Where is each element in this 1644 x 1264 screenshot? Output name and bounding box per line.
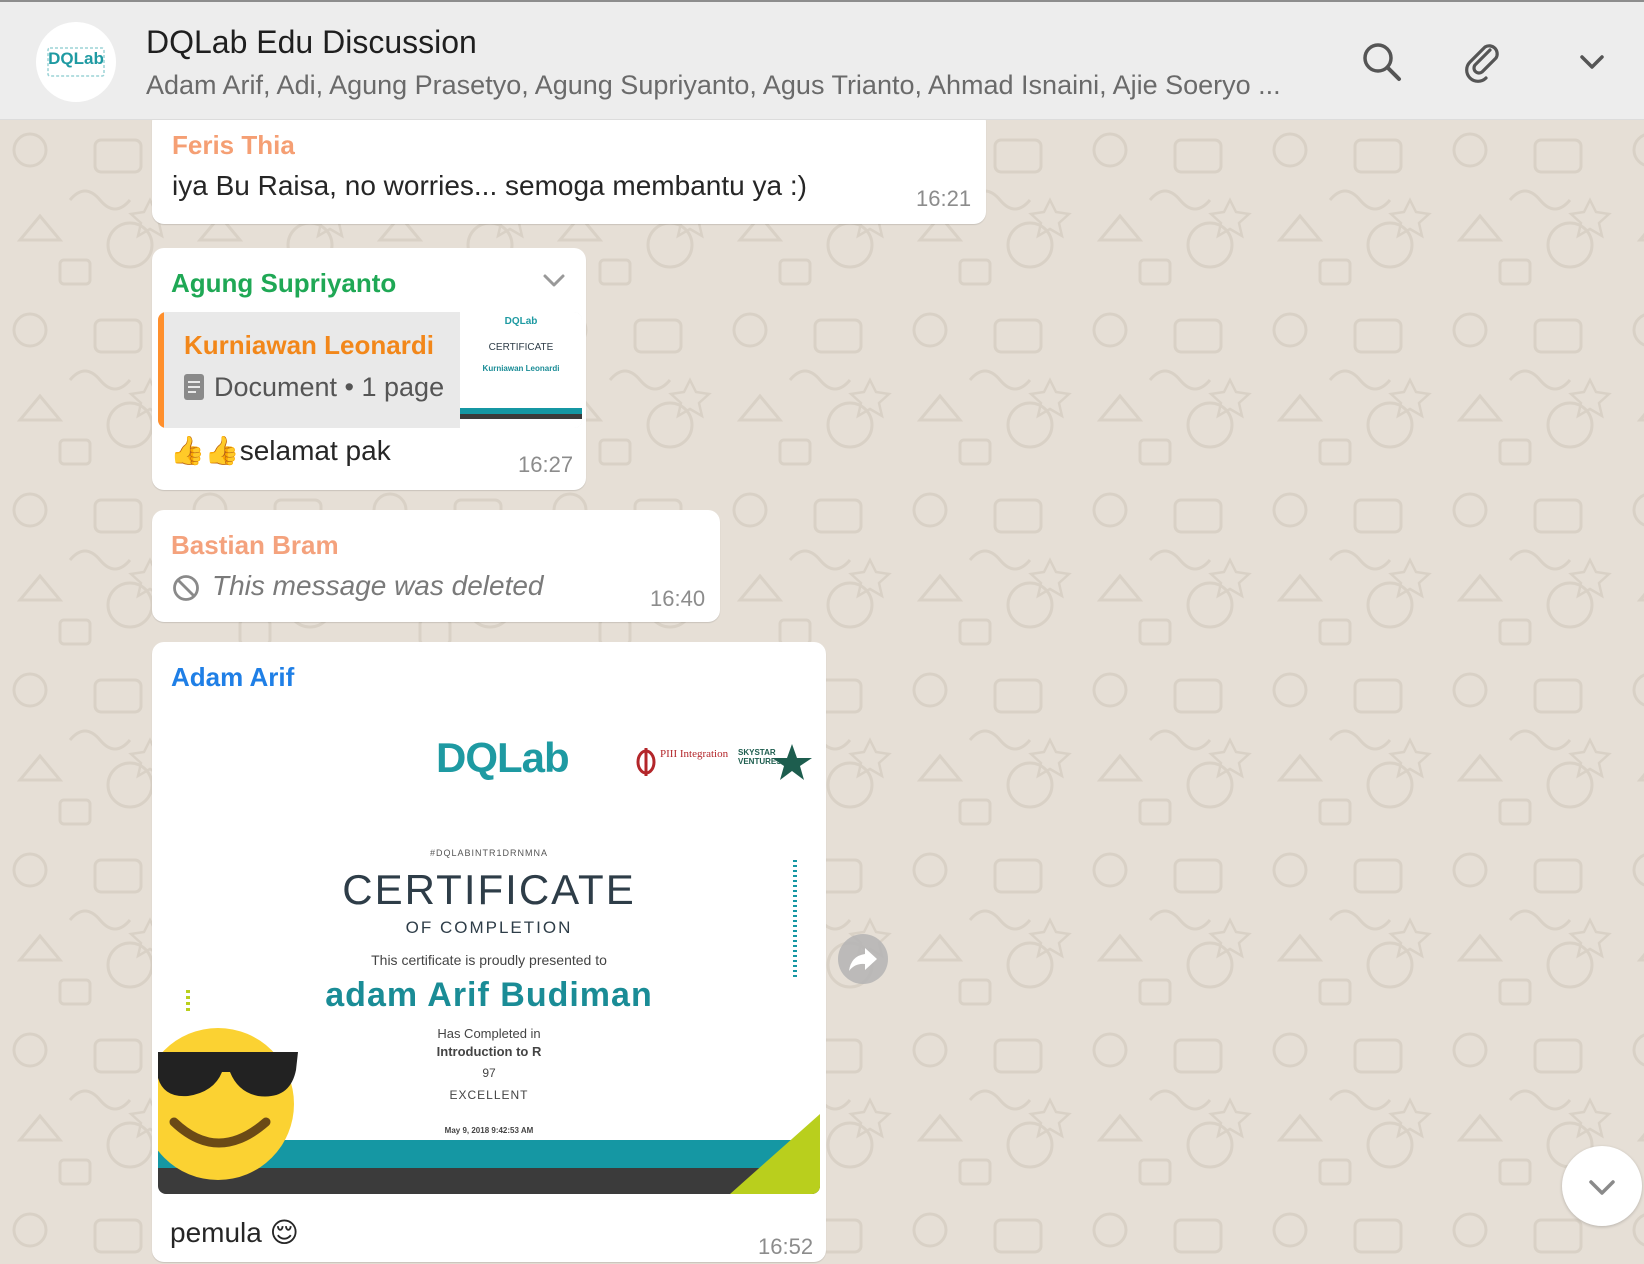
thumbnail-footer-dark [460, 414, 582, 419]
prohibited-icon [173, 575, 199, 601]
chat-header: DQLab DQLab Edu Discussion Adam Arif, Ad… [0, 0, 1644, 120]
thumbnail-logo: DQLab [504, 316, 538, 327]
sunglasses-emoji-sticker [158, 990, 298, 1180]
menu-button[interactable] [1570, 40, 1614, 84]
document-icon [184, 374, 204, 400]
message-time: 16:21 [916, 186, 972, 211]
partner-name: PIII Integration [660, 748, 729, 760]
search-icon [1363, 43, 1401, 81]
certificate-image[interactable]: DQLab PIII Integration SKYSTAR VENTURES … [158, 720, 820, 1194]
certificate-logo: DQLab [436, 734, 570, 781]
partner-name: SKYSTAR VENTURES [738, 748, 782, 766]
message-bubble[interactable]: Adam Arif DQLab PIII Integration SKYSTAR… [152, 642, 826, 1262]
certificate-title: CERTIFICATE [342, 866, 636, 913]
chevron-down-icon [1589, 1180, 1615, 1195]
group-members[interactable]: Adam Arif, Adi, Agung Prasetyo, Agung Su… [146, 70, 1306, 101]
chevron-down-icon[interactable] [540, 266, 568, 294]
message-bubble[interactable]: Feris Thia iya Bu Raisa, no worries... s… [152, 120, 986, 224]
document-thumbnail: DQLab CERTIFICATE Kurniawan Leonardi [460, 312, 582, 428]
message-text: iya Bu Raisa, no worries... semoga memba… [172, 170, 807, 201]
message-bubble[interactable]: Agung Supriyanto Kurniawan Leonardi Docu… [152, 248, 586, 490]
message-time: 16:52 [758, 1234, 814, 1259]
message-text: pemula 😌 [170, 1217, 299, 1248]
certificate-subtitle: OF COMPLETION [405, 918, 573, 937]
certificate-code: #DQLABINTR1DRNMNA [429, 848, 549, 858]
message-sender[interactable]: Agung Supriyanto [171, 268, 396, 299]
forward-icon [849, 948, 877, 971]
group-avatar[interactable]: DQLab [36, 22, 116, 102]
chevron-down-icon [1580, 55, 1604, 69]
quoted-document-info: Document • 1 page [214, 372, 445, 402]
quote-accent-bar [158, 312, 164, 428]
message-sender[interactable]: Bastian Bram [171, 530, 339, 561]
message-time: 16:27 [518, 452, 574, 477]
paperclip-icon [1465, 44, 1499, 83]
thumbnail-name: Kurniawan Leonardi [482, 364, 560, 373]
quoted-document[interactable]: Kurniawan Leonardi Document • 1 page DQL… [158, 312, 582, 428]
attach-button[interactable] [1460, 40, 1504, 84]
certificate-presented: This certificate is proudly presented to [371, 952, 607, 968]
partner-logos [636, 744, 812, 780]
group-avatar-text: DQLab [48, 49, 104, 68]
forward-button[interactable] [838, 934, 888, 984]
deleted-message-text: This message was deleted [212, 570, 544, 601]
message-bubble[interactable]: Bastian Bram This message was deleted 16… [152, 510, 720, 622]
message-time: 16:40 [650, 586, 706, 611]
group-title[interactable]: DQLab Edu Discussion [146, 24, 477, 61]
quoted-sender: Kurniawan Leonardi [184, 330, 434, 360]
thumbnail-title: CERTIFICATE [488, 342, 554, 353]
scroll-to-bottom-button[interactable] [1562, 1146, 1642, 1226]
search-button[interactable] [1360, 40, 1404, 84]
message-sender[interactable]: Adam Arif [171, 662, 294, 693]
message-text: 👍👍selamat pak [170, 435, 391, 466]
message-sender[interactable]: Feris Thia [172, 130, 295, 161]
message-list[interactable]: Feris Thia iya Bu Raisa, no worries... s… [0, 120, 1644, 1264]
